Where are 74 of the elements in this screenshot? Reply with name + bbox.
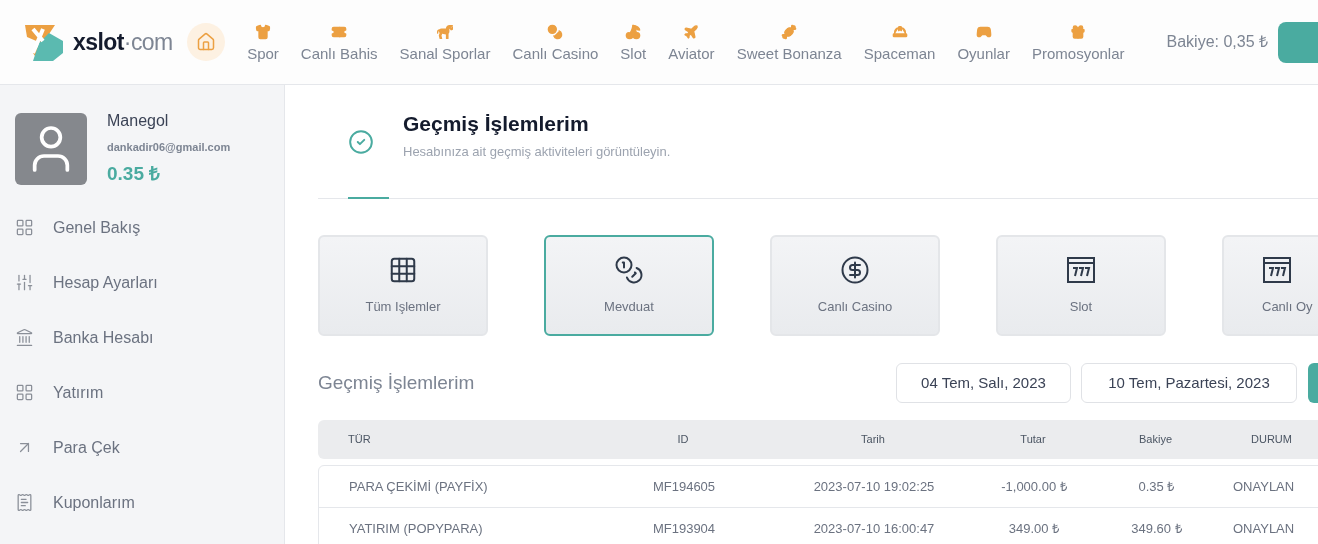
nav-link[interactable]: Oyunlar	[957, 24, 1010, 61]
nav-link[interactable]: Slot	[620, 24, 647, 61]
nav-link[interactable]: Promosyonlar	[1031, 24, 1125, 61]
grid-icon	[15, 383, 34, 402]
page-subtitle: Hesabınıza ait geçmiş aktiviteleri görüntüleyin.	[403, 142, 671, 161]
cherry-icon	[625, 24, 642, 40]
nav-link[interactable]: Aviator	[668, 24, 715, 61]
sidebar-item[interactable]: Hesap Ayarları	[0, 255, 284, 310]
candy-icon	[781, 24, 798, 40]
column-header: Bakiye	[1138, 432, 1173, 448]
receipt-icon	[15, 493, 34, 512]
horse-icon	[437, 24, 453, 40]
table-cell-text: 2023-07-10 19:02:25	[812, 477, 936, 496]
balance-text: Bakiye: 0,35 ₺	[1166, 32, 1268, 52]
gift-icon	[1070, 24, 1087, 40]
sliders-icon	[15, 273, 34, 292]
logo-text: xslot·com	[73, 27, 173, 57]
column-header: Tutar	[1019, 432, 1047, 448]
column-header: ID	[676, 432, 690, 448]
category-card[interactable]: Canlı Oy	[1222, 235, 1318, 336]
column-header: Tarih	[860, 432, 886, 448]
coins-icon	[614, 254, 644, 285]
home-icon	[196, 32, 217, 52]
nav-link[interactable]: Canlı Bahis	[300, 24, 378, 61]
sidebar-item[interactable]: Genel Bakış	[0, 200, 284, 255]
home-button[interactable]	[187, 23, 226, 61]
table-cell-text: ONAYLAN	[1232, 519, 1296, 538]
bank-icon	[15, 328, 34, 347]
date-from-field[interactable]: 04 Tem, Salı, 2023	[896, 363, 1071, 403]
section-title: Geçmiş İşlemlerim	[318, 370, 476, 395]
helmet-icon	[891, 24, 908, 40]
grid-icon	[15, 218, 34, 237]
tab-underline	[348, 197, 389, 199]
nav-link[interactable]: Canlı Casino	[512, 24, 599, 61]
profile-name: Manegol	[107, 111, 170, 131]
table-cell-text: MF194605	[651, 477, 717, 496]
profile-email: dankadir06@gmail.com	[107, 140, 231, 155]
column-header: DURUM	[1250, 432, 1293, 448]
table-cell-text: 0.35 ₺	[1137, 477, 1176, 496]
nav-link[interactable]: Spor	[247, 24, 279, 61]
check-icon	[348, 128, 374, 155]
nav-link[interactable]: Sanal Sporlar	[399, 24, 491, 61]
profile-balance: 0.35 ₺	[107, 161, 162, 186]
category-card[interactable]: Mevduat	[544, 235, 714, 336]
nav-link[interactable]: Spaceman	[863, 24, 936, 61]
slot-machine-icon	[1066, 254, 1096, 285]
page-title: Geçmiş İşlemlerim	[403, 111, 590, 137]
plane-icon	[683, 24, 700, 40]
logo-icon	[25, 23, 65, 61]
sidebar-item[interactable]: Yatırım	[0, 365, 284, 420]
nav-link[interactable]: Sweet Bonanza	[736, 24, 842, 61]
gamepad-icon	[975, 24, 992, 40]
table-cell-text: -1,000.00 ₺	[1000, 477, 1068, 496]
sidebar-item[interactable]: Banka Hesabı	[0, 310, 284, 365]
category-card[interactable]: Canlı Casino	[770, 235, 940, 336]
slot-machine-icon	[1262, 254, 1292, 285]
table-cell-text: 2023-07-10 16:00:47	[812, 519, 936, 538]
table-cell-text: 349.60 ₺	[1130, 519, 1183, 538]
action-button[interactable]	[1278, 21, 1318, 63]
column-header: TÜR	[347, 432, 372, 448]
table-cell-text: ONAYLAN	[1232, 477, 1296, 496]
table-cell-text: MF193904	[651, 519, 717, 538]
table-cell-text: PARA ÇEKİMİ (PAYFİX)	[348, 477, 489, 496]
date-to-field[interactable]: 10 Tem, Pazartesi, 2023	[1081, 363, 1297, 403]
ticket-icon	[331, 24, 348, 40]
shirt-icon	[255, 24, 271, 40]
table-cell-text: 349.00 ₺	[1007, 519, 1061, 538]
category-card[interactable]: Tüm Işlemler	[318, 235, 488, 336]
sidebar-item[interactable]: Kuponlarım	[0, 475, 284, 530]
coins-icon	[547, 24, 564, 40]
table-cell-text: YATIRIM (POPYPARA)	[348, 519, 484, 538]
sidebar-item[interactable]: Para Çek	[0, 420, 284, 475]
chip-icon	[840, 254, 870, 285]
category-card[interactable]: Slot	[996, 235, 1166, 336]
